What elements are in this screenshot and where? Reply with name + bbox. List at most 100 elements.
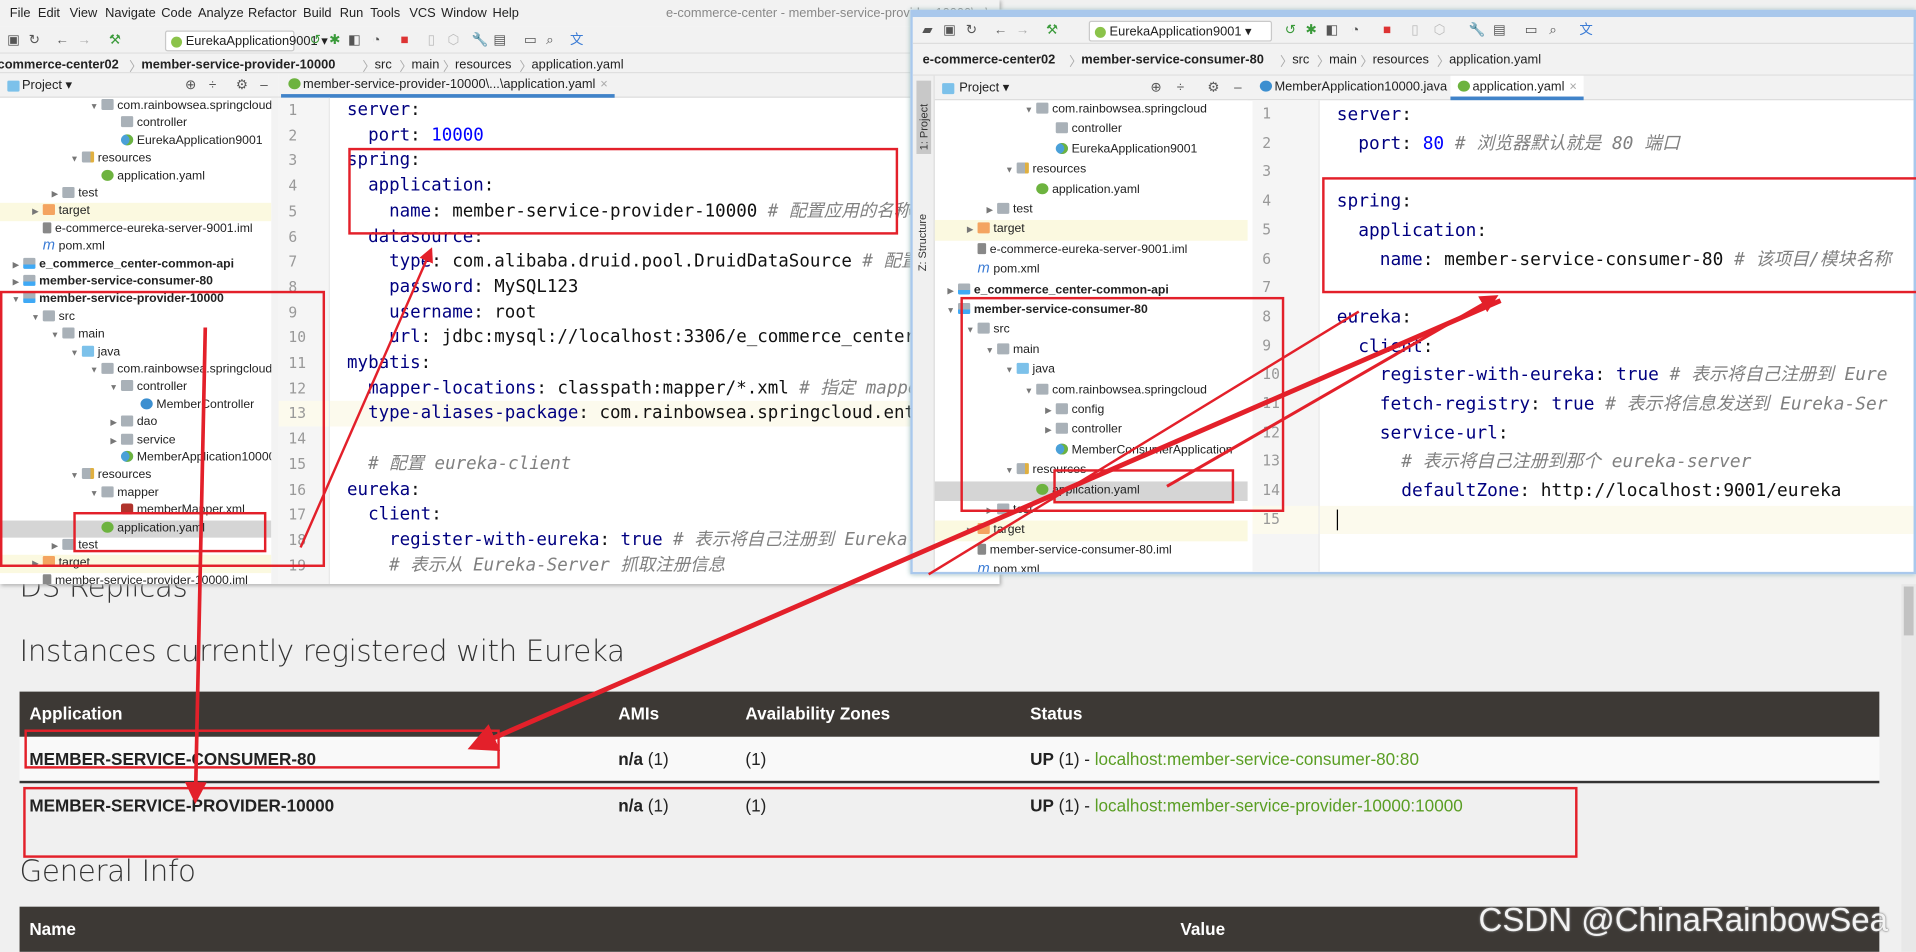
tree-item[interactable]: ▼ src xyxy=(935,321,1248,341)
collapsed-arrow-icon[interactable]: ▶ xyxy=(984,502,996,522)
coverage-icon[interactable]: ◧ xyxy=(1325,23,1340,38)
search-icon[interactable]: ⌕ xyxy=(543,33,558,48)
expanded-arrow-icon[interactable]: ▼ xyxy=(984,342,996,362)
collapsed-arrow-icon[interactable]: ▶ xyxy=(10,257,22,275)
breadcrumb-item[interactable]: application.yaml xyxy=(532,57,624,72)
sync-icon[interactable]: ↻ xyxy=(27,33,42,48)
collapsed-arrow-icon[interactable]: ▶ xyxy=(1042,422,1054,442)
breadcrumb-item[interactable]: src xyxy=(375,57,392,72)
expanded-arrow-icon[interactable]: ▼ xyxy=(1023,101,1035,121)
hide-icon[interactable]: – xyxy=(257,78,272,93)
tree-item[interactable]: ▼ controller xyxy=(0,379,271,397)
tree-item[interactable]: ▶ service xyxy=(0,432,271,450)
expanded-arrow-icon[interactable]: ▼ xyxy=(1003,162,1015,182)
tree-item[interactable]: pom.xml xyxy=(935,261,1248,281)
tree-item[interactable]: ▶ e_commerce_center-common-api xyxy=(935,281,1248,301)
tree-item[interactable]: application.yaml xyxy=(934,480,1248,501)
tree-item[interactable]: ▼ src xyxy=(0,309,271,327)
instance-link[interactable]: localhost:member-service-provider-10000:… xyxy=(1095,795,1463,815)
back-icon[interactable]: ← xyxy=(993,23,1008,38)
collapsed-arrow-icon[interactable]: ▶ xyxy=(984,202,996,222)
expanded-arrow-icon[interactable]: ▼ xyxy=(68,152,80,170)
breadcrumb-item[interactable]: application.yaml xyxy=(1449,53,1541,68)
breadcrumb-item[interactable]: resources xyxy=(1373,53,1429,68)
menu-analyze[interactable]: Analyze xyxy=(198,6,244,21)
instance-link[interactable]: localhost:member-service-consumer-80:80 xyxy=(1095,749,1419,769)
project-view-dropdown[interactable]: Project ▾ xyxy=(22,78,72,93)
tree-item[interactable]: ▼ mapper xyxy=(0,485,271,503)
expanded-arrow-icon[interactable]: ▼ xyxy=(68,345,80,363)
page-scrollbar[interactable] xyxy=(1901,584,1916,952)
tree-item[interactable]: ▼ member-service-consumer-80 xyxy=(935,301,1248,321)
expanded-arrow-icon[interactable]: ▼ xyxy=(1003,362,1015,382)
tree-item[interactable]: ▶ test xyxy=(0,538,271,556)
breadcrumb-item[interactable]: e-commerce-center02 xyxy=(923,53,1056,68)
profile-icon[interactable]: ◔ xyxy=(369,33,384,48)
tree-item[interactable]: EurekaApplication9001 xyxy=(935,140,1248,160)
expanded-arrow-icon[interactable]: ▼ xyxy=(88,99,100,117)
tree-item[interactable]: ▼ com.rainbowsea.springcloud xyxy=(0,98,272,117)
open-folder-icon[interactable]: ▰ xyxy=(920,23,935,38)
tree-item[interactable]: ▼ java xyxy=(0,344,271,362)
build-hammer-icon[interactable]: ⚒ xyxy=(1045,23,1060,38)
breadcrumb-item[interactable]: member-service-consumer-80 xyxy=(1081,53,1264,68)
tree-item[interactable]: ▶ target xyxy=(0,555,272,574)
collapsed-arrow-icon[interactable]: ▶ xyxy=(108,416,120,434)
wrench-icon[interactable]: 🔧 xyxy=(1469,23,1486,38)
tree-item[interactable]: ▼ main xyxy=(0,326,271,344)
close-icon[interactable]: × xyxy=(600,77,608,92)
expanded-arrow-icon[interactable]: ▼ xyxy=(1003,462,1015,482)
tree-item[interactable]: ▼ resources xyxy=(935,160,1248,180)
menu-refactor[interactable]: Refactor xyxy=(248,6,296,21)
code-editor[interactable]: server: port: 80 # 浏览器默认就是 80 端口 spring: … xyxy=(1319,100,1914,572)
tree-item[interactable]: memberMapper.xml xyxy=(0,502,271,520)
menu-edit[interactable]: Edit xyxy=(38,6,60,21)
expanded-arrow-icon[interactable]: ▼ xyxy=(964,322,976,342)
expanded-arrow-icon[interactable]: ▼ xyxy=(88,363,100,381)
expanded-arrow-icon[interactable]: ▼ xyxy=(108,381,120,399)
translate-icon[interactable]: 文 xyxy=(569,33,584,48)
collapsed-arrow-icon[interactable]: ▶ xyxy=(964,522,976,542)
project-structure-icon[interactable]: ▤ xyxy=(492,33,507,48)
tree-scrollbar[interactable] xyxy=(271,97,279,585)
expanded-arrow-icon[interactable]: ▼ xyxy=(68,468,80,486)
tab-application-yaml[interactable]: member-service-provider-10000\...\applic… xyxy=(281,73,616,98)
tree-item[interactable]: EurekaApplication9001 xyxy=(0,133,271,151)
debug-icon[interactable]: ✱ xyxy=(327,33,342,48)
tab-application-yaml[interactable]: application.yaml × xyxy=(1450,75,1585,101)
project-structure-icon[interactable]: ▤ xyxy=(1492,23,1507,38)
scrollbar-thumb[interactable] xyxy=(1903,586,1914,636)
save-icon[interactable]: ▣ xyxy=(942,23,957,38)
tree-item[interactable]: ▼ resources xyxy=(935,461,1248,481)
collapsed-arrow-icon[interactable]: ▶ xyxy=(29,556,41,574)
expanded-arrow-icon[interactable]: ▼ xyxy=(1023,382,1035,402)
update-icon[interactable]: ⬡ xyxy=(1432,23,1447,38)
expanded-arrow-icon[interactable]: ▼ xyxy=(49,328,61,346)
tree-item[interactable]: ▶ test xyxy=(935,501,1248,521)
tree-item[interactable]: ▶ config xyxy=(935,401,1248,421)
tree-item[interactable]: ▼ com.rainbowsea.springcloud xyxy=(935,381,1248,401)
update-icon[interactable]: ⬡ xyxy=(446,33,461,48)
tree-item[interactable]: ▶ controller xyxy=(935,421,1248,441)
collapsed-arrow-icon[interactable]: ▶ xyxy=(49,539,61,557)
tree-item[interactable]: e-commerce-eureka-server-9001.iml xyxy=(935,240,1248,260)
collapsed-arrow-icon[interactable]: ▶ xyxy=(29,205,41,223)
expanded-arrow-icon[interactable]: ▼ xyxy=(29,310,41,328)
tree-item[interactable]: MemberApplication10000 xyxy=(0,450,275,468)
tree-item[interactable]: application.yaml xyxy=(0,520,272,538)
profile-icon[interactable]: ◔ xyxy=(1348,23,1363,38)
tree-item[interactable]: MemberConsumerApplication xyxy=(935,441,1248,461)
tree-item[interactable]: MemberController xyxy=(0,397,271,415)
tree-item[interactable]: pom.xml xyxy=(935,561,1248,572)
project-view-dropdown[interactable]: Project ▾ xyxy=(959,81,1009,96)
close-icon[interactable]: × xyxy=(1569,79,1577,94)
tree-item[interactable]: ▼ resources xyxy=(0,151,271,169)
debug-icon[interactable]: ✱ xyxy=(1304,23,1319,38)
breadcrumb-item[interactable]: src xyxy=(1292,53,1309,68)
wrench-icon[interactable]: 🔧 xyxy=(472,33,489,48)
side-tab-project[interactable]: 1: Project xyxy=(916,80,932,154)
collapsed-arrow-icon[interactable]: ▶ xyxy=(49,187,61,205)
side-tab-structure[interactable]: Z: Structure xyxy=(916,174,928,271)
tree-item[interactable]: ▶ member-service-consumer-80 xyxy=(0,274,271,292)
tree-item[interactable]: ▼ member-service-provider-10000 xyxy=(0,291,271,309)
